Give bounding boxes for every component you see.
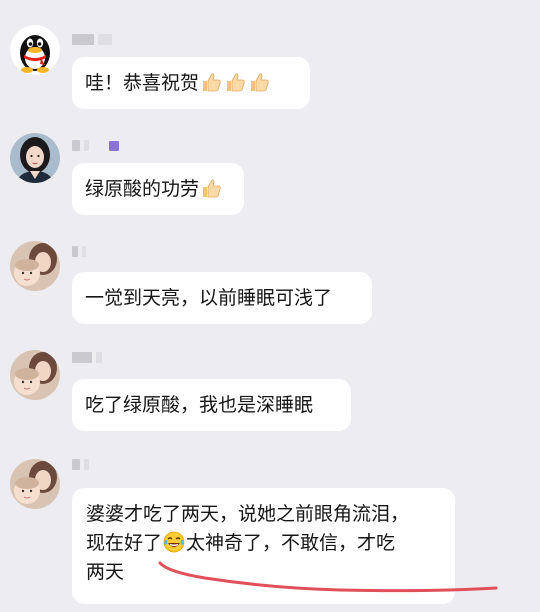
thumbs-up-icon xyxy=(251,72,269,91)
message-text: 现在好了 xyxy=(86,532,163,554)
message-text: 吃了绿原酸，我也是深睡眠 xyxy=(85,394,314,416)
message-text: 太神奇了，不敢信，才吃 xyxy=(186,532,396,554)
message-bubble[interactable]: 哇！恭喜祝贺 xyxy=(72,57,310,109)
mother-baby-avatar[interactable] xyxy=(10,459,60,509)
message-bubble[interactable]: 婆婆才吃了两天，说她之前眼角流泪， 现在好了 太神奇了，不敢信，才吃 两天 xyxy=(72,488,455,604)
sender-name-redacted xyxy=(72,246,86,257)
message-text-line: 两天 xyxy=(86,561,125,583)
message-text: 哇！恭喜祝贺 xyxy=(85,72,200,94)
sender-name-redacted xyxy=(72,459,89,470)
laughing-tears-icon xyxy=(163,531,185,552)
sender-name-redacted xyxy=(72,140,119,151)
thumbs-up-icon xyxy=(203,178,221,197)
message-bubble[interactable]: 绿原酸的功劳 xyxy=(72,163,244,215)
sender-name-redacted xyxy=(72,352,102,363)
message-text-line: 婆婆才吃了两天，说她之前眼角流泪， xyxy=(86,503,410,525)
thumbs-up-icon xyxy=(203,72,221,91)
message-text-line: 现在好了 太神奇了，不敢信，才吃 xyxy=(86,529,441,558)
sender-name-redacted xyxy=(72,34,112,45)
thumbs-up-icon xyxy=(227,72,245,91)
message-text: 一觉到天亮，以前睡眠可浅了 xyxy=(85,287,333,309)
mother-baby-avatar[interactable] xyxy=(10,350,60,400)
message-bubble[interactable]: 一觉到天亮，以前睡眠可浅了 xyxy=(72,272,372,324)
chat-window: 哇！恭喜祝贺 绿原酸的功劳 一觉到天亮，以前睡眠可浅了 吃了绿原酸，我也是深睡眠… xyxy=(0,0,540,612)
mother-baby-avatar[interactable] xyxy=(10,241,60,291)
name-mark xyxy=(109,140,119,151)
woman-portrait-avatar[interactable] xyxy=(10,133,60,183)
message-bubble[interactable]: 吃了绿原酸，我也是深睡眠 xyxy=(72,379,351,431)
message-text: 绿原酸的功劳 xyxy=(85,178,200,200)
penguin-avatar[interactable] xyxy=(10,25,60,75)
